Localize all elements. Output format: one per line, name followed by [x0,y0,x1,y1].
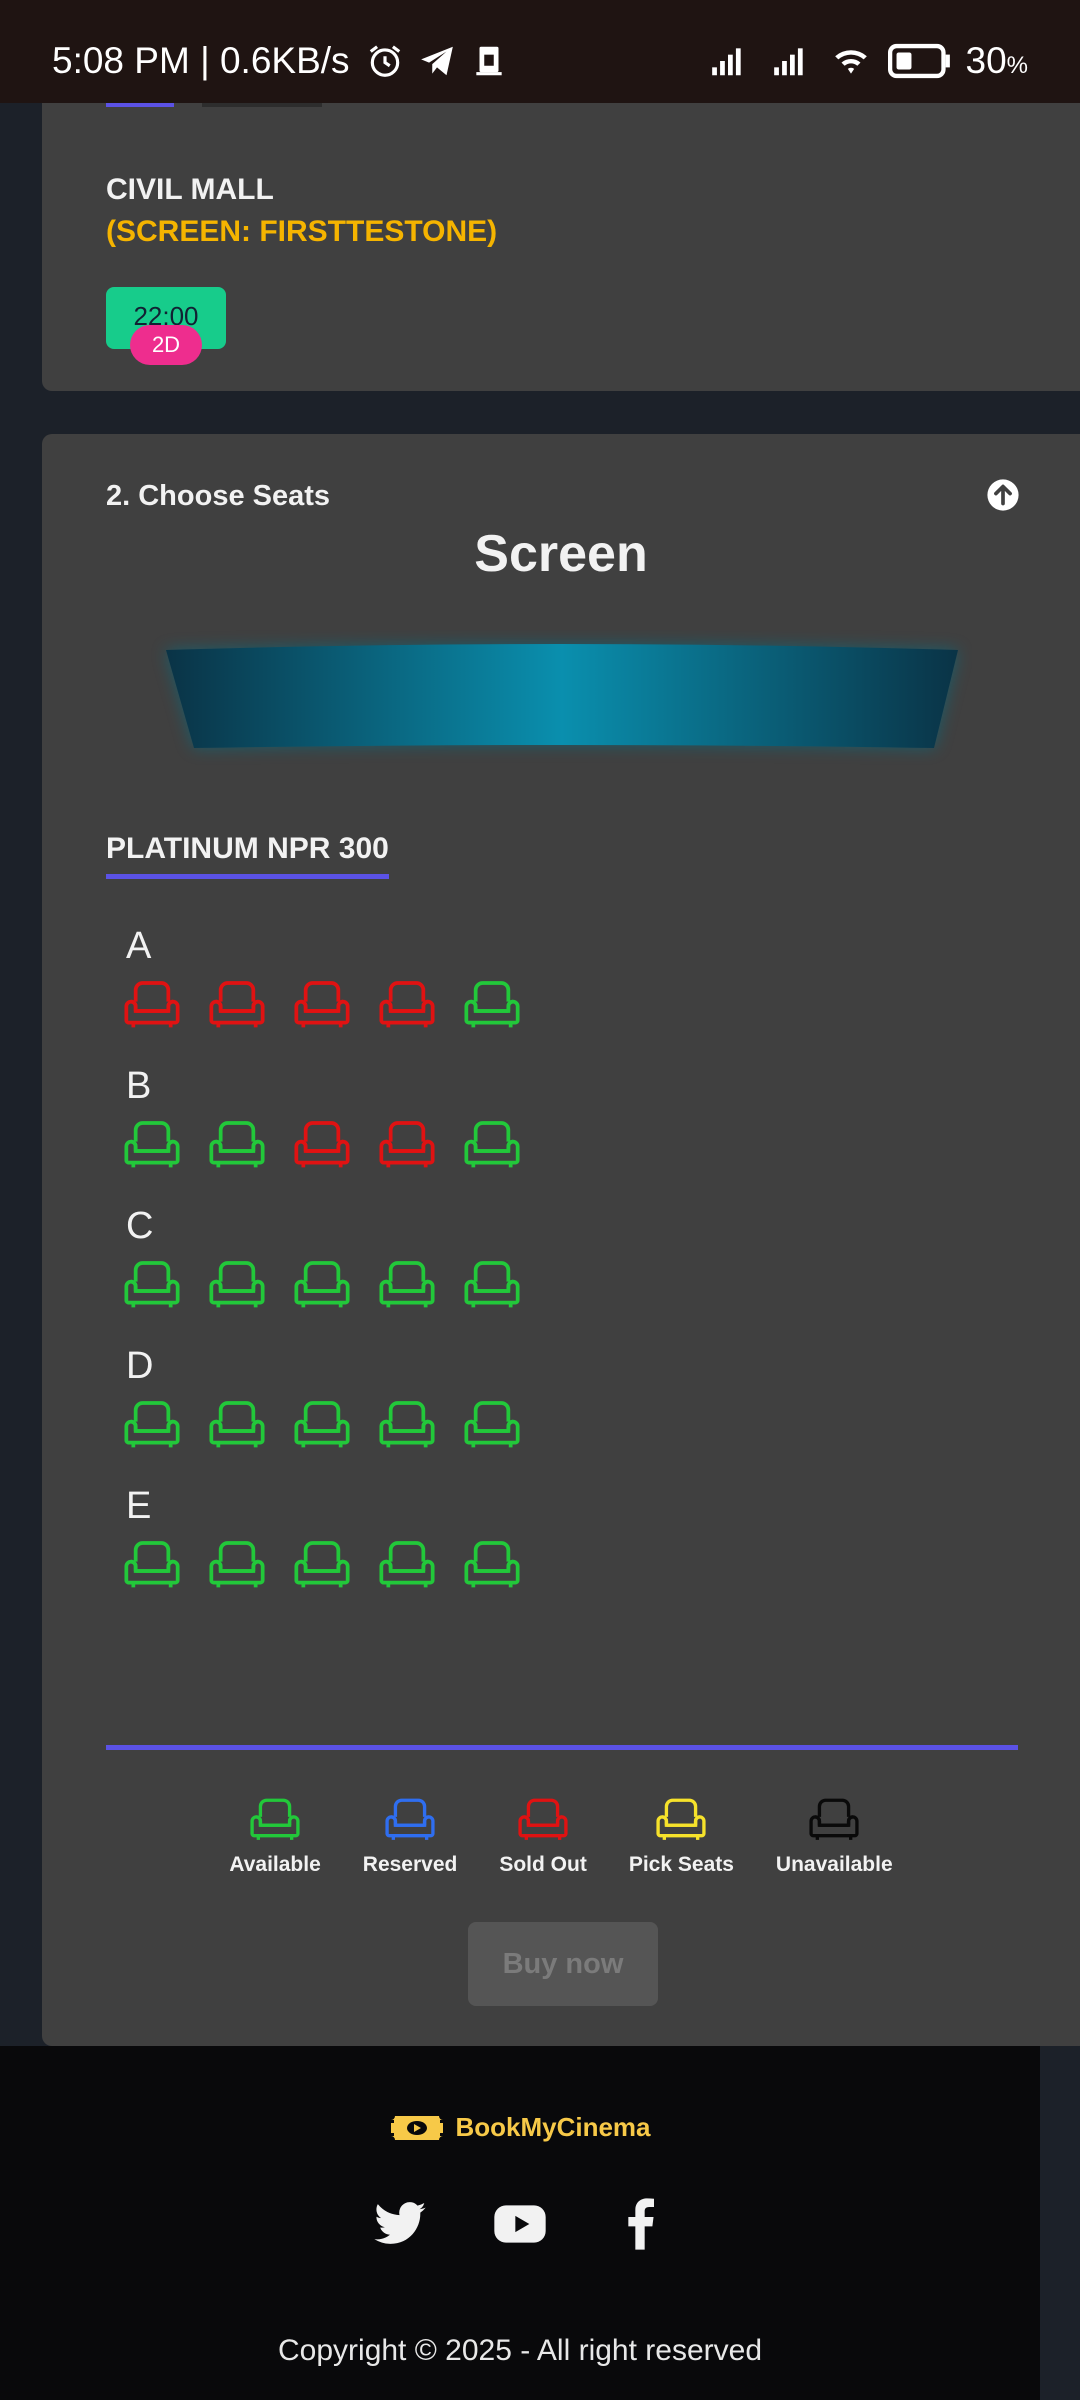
legend-item-available: Available [229,1794,321,1877]
seat-row: C [124,1202,520,1312]
signal-icon [711,48,741,76]
seat-available-icon[interactable] [464,1256,520,1312]
seat-sold-icon [124,976,180,1032]
seat-sold-icon [294,976,350,1032]
ticket-logo-icon [391,2115,444,2140]
seat-group [124,1256,520,1312]
copyright: Copyright © 2025 - All right reserved [278,2334,762,2367]
choose-seats-card: 2. Choose Seats Screen PLATINUM NPR 300 … [42,434,1080,2046]
legend-label: Unavailable [775,1853,893,1876]
battery-value: 30 [965,40,1007,81]
seat-available-icon[interactable] [294,1536,350,1592]
wifi-icon [834,50,867,74]
seat-available-icon [250,1794,300,1849]
collapse-up-icon[interactable] [986,478,1020,512]
seat-group [124,976,520,1032]
seat-group [124,1536,520,1592]
signal-icon [773,48,803,76]
seat-sold-icon [379,976,435,1032]
legend-item-pick: Pick Seats [629,1794,734,1877]
seat-sold-icon [209,976,265,1032]
row-letter: B [126,1065,152,1107]
seat-group [124,1396,520,1452]
seat-legend: Available Reserved Sold Out Pick Seats Unava… [42,1794,1080,1877]
seat-available-icon[interactable] [464,976,520,1032]
seat-unavailable-icon [809,1794,859,1849]
cinema-name: CIVIL MALL [106,173,274,206]
brand-name: BookMyCinema [455,2112,651,2142]
seat-available-icon[interactable] [464,1536,520,1592]
sim-card-icon [475,46,502,76]
telegram-icon [420,46,453,76]
legend-label: Reserved [362,1853,458,1876]
status-time: 5:08 PM | 0.6KB/s [52,40,350,81]
youtube-icon[interactable] [492,2196,548,2252]
row-letter: D [126,1345,154,1387]
seat-available-icon[interactable] [209,1256,265,1312]
seat-row: A [124,922,520,1032]
seat-available-icon[interactable] [209,1536,265,1592]
seat-available-icon[interactable] [124,1536,180,1592]
tab-indicator-inactive [202,103,322,107]
seat-reserved-icon [385,1794,435,1849]
social-links [0,2196,1040,2252]
battery-icon [887,43,950,79]
alarm-icon [369,45,400,77]
seat-available-icon[interactable] [379,1256,435,1312]
section-label: PLATINUM NPR 300 [106,832,389,879]
seat-row: E [124,1482,520,1592]
seat-available-icon[interactable] [209,1396,265,1452]
seat-sold-icon [518,1794,568,1849]
seat-rows: A B C D E [124,922,520,1622]
tab-indicator [106,103,174,107]
footer: BookMyCinema Copyright © 2025 - All righ… [0,2046,1040,2400]
buy-now-button[interactable]: Buy now [468,1922,658,2006]
seat-pick-icon [656,1794,706,1849]
battery-percent: 30% [966,40,1029,82]
seat-available-icon[interactable] [464,1396,520,1452]
status-left: 5:08 PM | 0.6KB/s [52,40,508,82]
facebook-icon[interactable] [612,2196,668,2252]
legend-label: Available [229,1853,321,1876]
legend-label: Pick Seats [628,1853,734,1876]
format-badge: 2D [130,325,202,365]
footer-brand[interactable]: BookMyCinema [0,2112,1040,2143]
battery-unit: % [1006,52,1028,79]
screen-name: (SCREEN: FIRSTTESTONE) [106,215,498,248]
row-letter: E [126,1485,152,1527]
page-gutter [1040,2046,1080,2400]
status-bar: 5:08 PM | 0.6KB/s 30% [0,0,1080,103]
divider [106,1745,1018,1750]
twitter-icon[interactable] [372,2196,428,2252]
legend-label: Sold Out [499,1853,587,1876]
seat-available-icon[interactable] [294,1256,350,1312]
seat-sold-icon [294,1116,350,1172]
seat-available-icon[interactable] [464,1116,520,1172]
legend-item-reserved: Reserved [362,1794,458,1877]
legend-item-sold: Sold Out [499,1794,587,1877]
showtime-card: CIVIL MALL (SCREEN: FIRSTTESTONE) 22:00 … [42,103,1080,391]
status-right: 30% [704,40,1029,82]
step-title: 2. Choose Seats [106,480,331,512]
seat-available-icon[interactable] [124,1396,180,1452]
legend-item-unavailable: Unavailable [776,1794,893,1877]
seat-available-icon[interactable] [379,1536,435,1592]
seat-available-icon[interactable] [379,1396,435,1452]
seat-group [124,1116,520,1172]
seat-available-icon[interactable] [124,1256,180,1312]
seat-row: D [124,1342,520,1452]
seat-sold-icon [379,1116,435,1172]
screen-graphic [166,644,958,748]
screen-label: Screen [474,525,648,583]
seat-row: B [124,1062,520,1172]
row-letter: A [126,925,152,967]
seat-available-icon[interactable] [209,1116,265,1172]
row-letter: C [126,1205,154,1247]
seat-available-icon[interactable] [294,1396,350,1452]
seat-available-icon[interactable] [124,1116,180,1172]
status-app-icons [366,42,508,80]
